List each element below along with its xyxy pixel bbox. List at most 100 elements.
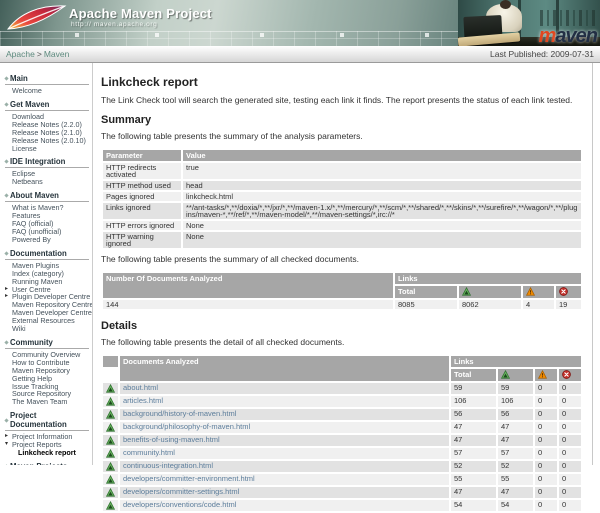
apache-feather-logo[interactable] [6,3,68,38]
sidebar-navigation: Main Welcome Get MavenDownloadRelease Note… [0,63,93,465]
city-skyline [540,10,598,26]
links-warning: 0 [535,383,557,394]
document-row: benefits-of-using-maven.html474700 [103,435,581,446]
sidebar-section-title[interactable]: About Maven [10,191,59,200]
document-cell: community.html [120,448,449,459]
totals-header-links: Links [395,273,581,284]
sidebar-section-title[interactable]: Project Documentation [10,411,89,429]
sidebar-link[interactable]: The Maven Team [12,397,67,406]
sidebar-link[interactable]: License [12,144,37,153]
links-error: 19 [556,300,581,309]
maven-logo-aven: aven [555,25,597,46]
banner-title[interactable]: Apache Maven Project [69,6,212,21]
details-header-blank [103,369,118,381]
success-icon [103,461,118,472]
totals-header-documents: Number Of Documents Analyzed [103,273,393,298]
section-bullet-icon [4,340,8,344]
details-header-links: Links [451,356,581,367]
document-link[interactable]: developers/conventions/code.html [123,500,236,509]
maven-logo[interactable]: maven [539,26,597,46]
document-link[interactable]: background/history-of-maven.html [123,409,236,418]
summary-heading: Summary [101,114,583,126]
document-row: developers/committer-settings.html474700 [103,487,581,498]
document-link[interactable]: continuous-integration.html [123,461,213,470]
sidebar-section: Get MavenDownloadRelease Notes (2.2.0)Re… [5,100,89,153]
success-icon [103,409,118,420]
links-total: 8085 [395,300,457,309]
links-valid: 55 [498,474,533,485]
success-icon [103,500,118,511]
banner-grid-decoration [0,31,458,46]
sidebar-item: The Maven Team [12,398,89,406]
links-warning: 0 [535,500,557,511]
document-link[interactable]: background/philosophy-of-maven.html [123,422,250,431]
section-bullet-icon [4,251,8,255]
banner: Apache Maven Project http:// maven.apach… [0,0,600,46]
sidebar-link[interactable]: Wiki [12,324,26,333]
document-link[interactable]: benefits-of-using-maven.html [123,435,220,444]
document-link[interactable]: about.html [123,383,158,392]
chevron-right-icon[interactable] [5,293,8,301]
links-warning: 4 [523,300,554,309]
links-warning: 0 [535,487,557,498]
warning-icon [535,369,557,381]
links-warning: 0 [535,409,557,420]
sidebar-section-title[interactable]: Community [10,338,53,347]
section-bullet-icon [4,102,8,106]
sidebar-link[interactable]: Powered By [12,235,51,244]
links-valid: 47 [498,487,533,498]
links-error: 0 [559,448,581,459]
sidebar-section-title[interactable]: Get Maven [10,100,49,109]
links-warning: 0 [535,396,557,407]
links-total: 54 [451,500,496,511]
document-cell: developers/conventions/code.html [120,500,449,511]
parameter-name: Pages ignored [103,192,181,201]
documents-count: 144 [103,300,393,309]
document-cell: articles.html [120,396,449,407]
breadcrumb-link-apache[interactable]: Apache [6,49,35,59]
sidebar-section: IDE IntegrationEclipseNetbeans [5,157,89,186]
banner-photo[interactable]: maven [458,0,600,46]
parameter-name: HTTP warning ignored [103,232,181,248]
section-bullet-icon [4,418,8,422]
links-total: 47 [451,487,496,498]
sidebar-section-title[interactable]: IDE Integration [10,157,65,166]
document-row: community.html575700 [103,448,581,459]
sidebar-link[interactable]: Welcome [12,86,42,95]
intro-paragraph: The Link Check tool will search the gene… [101,95,583,105]
params-header-parameter: Parameter [103,150,181,161]
sidebar-item: License [12,145,89,153]
links-error: 0 [559,422,581,433]
document-link[interactable]: community.html [123,448,175,457]
person-head [500,0,511,9]
sidebar-link[interactable]: Linkcheck report [18,448,76,457]
links-valid: 56 [498,409,533,420]
links-error: 0 [559,474,581,485]
links-total: 52 [451,461,496,472]
success-icon [103,474,118,485]
breadcrumb-link-maven[interactable]: Maven [44,49,70,59]
sidebar-section-title[interactable]: Documentation [10,249,67,258]
parameter-name: HTTP method used [103,181,181,190]
page-title: Linkcheck report [101,75,583,89]
parameter-row: HTTP redirects activatedtrue [103,163,581,179]
document-link[interactable]: articles.html [123,396,163,405]
links-warning: 0 [535,474,557,485]
links-valid: 57 [498,448,533,459]
sidebar-section: About MavenWhat is Maven?FeaturesFAQ (of… [5,191,89,244]
sidebar-section-title[interactable]: Main [10,74,28,83]
document-link[interactable]: developers/committer-environment.html [123,474,255,483]
grid-dot [425,33,429,37]
chevron-down-icon[interactable] [5,441,8,449]
document-cell: benefits-of-using-maven.html [120,435,449,446]
chevron-right-icon[interactable] [5,433,8,441]
grid-dot [75,33,79,37]
document-link[interactable]: developers/committer-settings.html [123,487,239,496]
document-row: developers/committer-environment.html555… [103,474,581,485]
sidebar-link[interactable]: Netbeans [12,177,43,186]
sidebar-section: CommunityCommunity OverviewHow to Contri… [5,338,89,406]
parameter-row: Pages ignoredlinkcheck.html [103,192,581,201]
chevron-right-icon[interactable] [5,286,8,294]
links-error: 0 [559,435,581,446]
success-icon [103,383,118,394]
